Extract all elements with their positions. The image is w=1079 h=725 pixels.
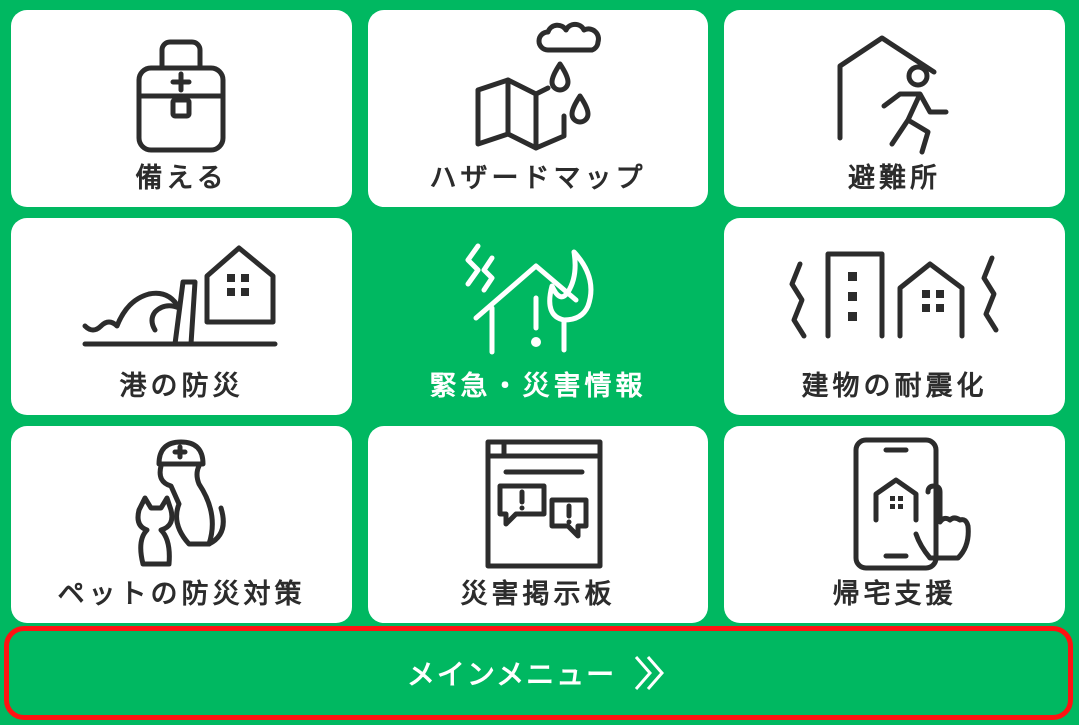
- tile-shelter[interactable]: 避難所: [724, 10, 1065, 207]
- tile-label: 備える: [135, 163, 228, 194]
- tile-message-board[interactable]: 災害掲示板: [368, 426, 708, 623]
- tile-label: 帰宅支援: [832, 579, 957, 610]
- tile-prepare[interactable]: 備える: [11, 10, 352, 207]
- main-menu-label: メインメニュー: [406, 658, 617, 691]
- tile-label: 災害掲示板: [460, 579, 616, 610]
- tile-return-support[interactable]: 帰宅支援: [724, 426, 1065, 623]
- tile-port[interactable]: 港の防災: [11, 218, 352, 415]
- tile-label: 港の防災: [119, 371, 244, 402]
- tile-hazard-map[interactable]: ハザードマップ: [368, 10, 708, 207]
- double-chevron-right-icon: [634, 656, 665, 690]
- tile-label: 建物の耐震化: [801, 371, 988, 402]
- tile-label: 避難所: [848, 163, 941, 194]
- tile-building-seismic[interactable]: 建物の耐震化: [724, 218, 1065, 415]
- tile-label: 緊急・災害情報: [429, 371, 647, 402]
- tile-label: ペットの防災対策: [57, 579, 306, 610]
- main-menu-button[interactable]: メインメニュー: [4, 626, 1073, 720]
- tile-label: ハザードマップ: [429, 163, 647, 194]
- tile-pet-disaster[interactable]: ペットの防災対策: [11, 426, 352, 623]
- tile-emergency-info[interactable]: 緊急・災害情報: [368, 218, 708, 415]
